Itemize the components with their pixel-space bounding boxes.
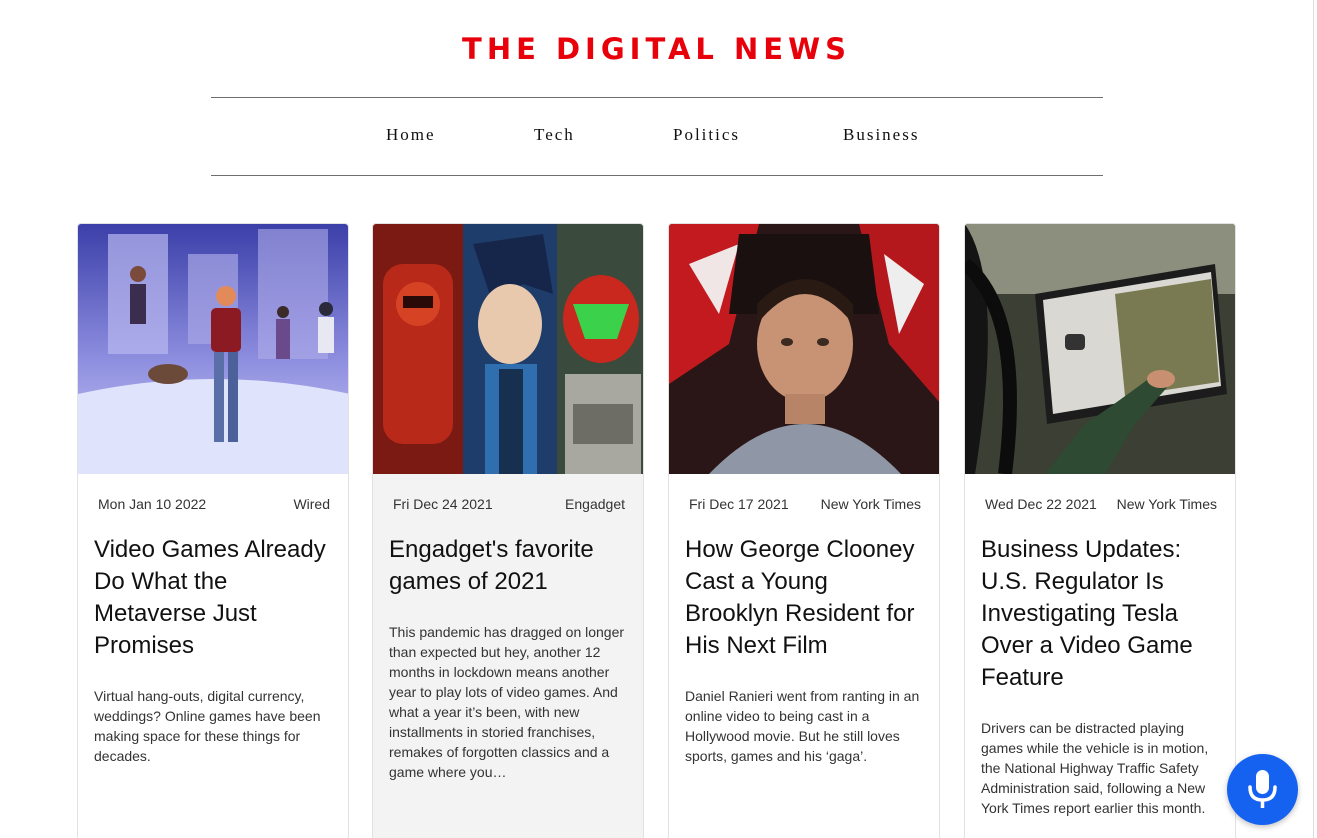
nav-divider-bottom bbox=[211, 175, 1103, 176]
page-edge-divider bbox=[1313, 0, 1314, 838]
article-image-boy-portrait bbox=[669, 224, 939, 474]
article-card[interactable]: Fri Dec 24 2021 Engadget Engadget's favo… bbox=[372, 223, 644, 838]
article-date: Fri Dec 17 2021 bbox=[689, 496, 789, 512]
nav-item-home[interactable]: Home bbox=[386, 125, 436, 145]
article-source: New York Times bbox=[1116, 496, 1217, 512]
main-nav: Home Tech Politics Business bbox=[0, 125, 1313, 151]
article-image-car-touchscreen bbox=[965, 224, 1235, 474]
article-card[interactable]: Wed Dec 22 2021 New York Times Business … bbox=[964, 223, 1236, 838]
article-meta: Fri Dec 17 2021 New York Times bbox=[689, 496, 921, 514]
article-card[interactable]: Fri Dec 17 2021 New York Times How Georg… bbox=[668, 223, 940, 838]
article-card[interactable]: Mon Jan 10 2022 Wired Video Games Alread… bbox=[77, 223, 349, 838]
article-description: Daniel Ranieri went from ranting in an o… bbox=[685, 688, 920, 764]
article-image-games-collage bbox=[373, 224, 643, 474]
article-description: This pandemic has dragged on longer than… bbox=[389, 624, 625, 780]
article-title[interactable]: Business Updates: U.S. Regulator Is Inve… bbox=[981, 534, 1221, 694]
article-meta: Mon Jan 10 2022 Wired bbox=[98, 496, 330, 514]
article-description: Virtual hang-outs, digital currency, wed… bbox=[94, 688, 321, 764]
voice-search-button[interactable] bbox=[1227, 754, 1298, 825]
article-source: Engadget bbox=[565, 496, 625, 512]
article-source: Wired bbox=[293, 496, 330, 512]
article-title[interactable]: Engadget's favorite games of 2021 bbox=[389, 534, 629, 598]
article-title[interactable]: Video Games Already Do What the Metavers… bbox=[94, 534, 334, 662]
article-date: Wed Dec 22 2021 bbox=[985, 496, 1097, 512]
article-date: Fri Dec 24 2021 bbox=[393, 496, 493, 512]
nav-item-politics[interactable]: Politics bbox=[673, 125, 740, 145]
nav-item-tech[interactable]: Tech bbox=[534, 125, 575, 145]
article-meta: Fri Dec 24 2021 Engadget bbox=[393, 496, 643, 514]
microphone-icon bbox=[1248, 770, 1277, 808]
nav-divider-top bbox=[211, 97, 1103, 98]
article-image-metaverse bbox=[78, 224, 348, 474]
article-source: New York Times bbox=[820, 496, 921, 512]
article-meta: Wed Dec 22 2021 New York Times bbox=[985, 496, 1217, 514]
site-title: THE DIGITAL NEWS bbox=[462, 32, 851, 66]
nav-item-business[interactable]: Business bbox=[843, 125, 919, 145]
article-body: Fri Dec 24 2021 Engadget Engadget's favo… bbox=[373, 474, 643, 798]
article-title[interactable]: How George Clooney Cast a Young Brooklyn… bbox=[685, 534, 925, 662]
article-description: Drivers can be distracted playing games … bbox=[981, 720, 1209, 816]
article-date: Mon Jan 10 2022 bbox=[98, 496, 207, 512]
